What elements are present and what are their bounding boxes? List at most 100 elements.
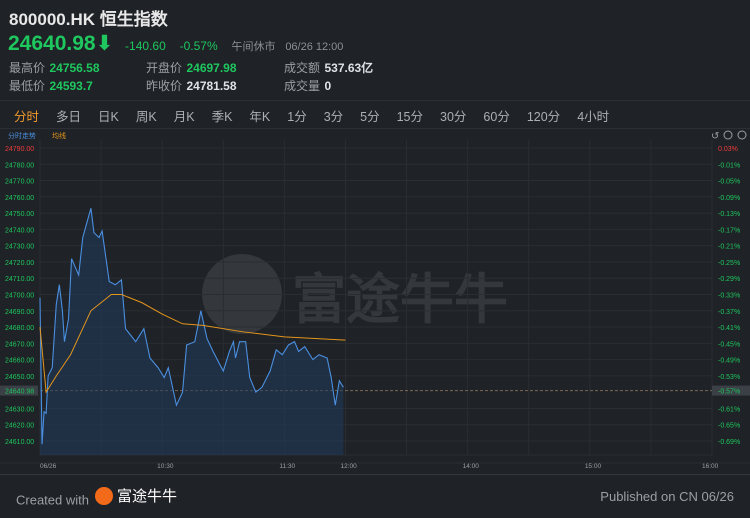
y-tick-right: -0.65% (718, 423, 740, 430)
tab-12[interactable]: 60分 (483, 106, 509, 125)
y-tick-left: 24670.00 (5, 341, 34, 348)
stat-item: 成交额 537.63亿 (284, 59, 373, 77)
y-tick-left: 24690.00 (5, 309, 34, 316)
y-tick-right: 0.03% (718, 146, 738, 153)
period-tabs: 分时 多日 日K 周K 月K 季K 年K 1分 3分 5分 15分 30分 60分 120分 4小时 (0, 100, 750, 129)
y-tick-right: -0.45% (718, 341, 740, 348)
y-tick-right: -0.09% (718, 195, 740, 202)
brand-logo: 富途牛牛 (94, 485, 177, 506)
intraday-chart[interactable]: 富途牛牛 06/26 10:30 11:30 12:00 14:00 15:00 16:00 分… (0, 128, 750, 474)
y-tick-right: -0.49% (718, 358, 740, 365)
y-tick-right: -0.13% (718, 211, 740, 218)
stat-value: 24697.98 (186, 61, 237, 75)
tab-5[interactable]: 季K (212, 106, 233, 125)
tab-11[interactable]: 30分 (440, 106, 466, 125)
y-tick-left: 24640.98 (5, 389, 34, 396)
legend-avg: 均线 (52, 131, 66, 140)
market-datetime: 06/26 12:00 (285, 41, 344, 53)
stat-item: 昨收价 24781.58 (146, 77, 237, 95)
y-tick-right: -0.69% (718, 439, 740, 446)
zoom-in-icon[interactable] (737, 130, 747, 140)
y-tick-right: -0.01% (718, 162, 740, 169)
y-tick-right: -0.25% (718, 260, 740, 267)
y-tick-right: -0.29% (718, 276, 740, 283)
tab-2[interactable]: 日K (98, 106, 119, 125)
legend-price: 分时走势 (8, 131, 36, 140)
created-label: Created with (16, 492, 89, 508)
y-tick-right: -0.53% (718, 374, 740, 381)
price-header: 24640.98⬇ -140.60 -0.57% 午间休市 06/26 12:0… (8, 31, 343, 56)
current-price: 24640.98 (8, 32, 96, 55)
y-tick-left: 24630.00 (5, 406, 34, 413)
created-with: Created with 富途牛牛 (16, 485, 177, 508)
tab-9[interactable]: 5分 (360, 106, 379, 125)
stat-item: 最高价 24756.58 (9, 59, 100, 77)
y-tick-right: -0.17% (718, 227, 740, 234)
tab-8[interactable]: 3分 (324, 106, 343, 125)
brand-name: 富途牛牛 (116, 488, 177, 506)
x-tick: 16:00 (702, 463, 719, 470)
y-tick-left: 24660.00 (5, 358, 34, 365)
footer: Created with 富途牛牛 Published on CN 06/26 (0, 474, 750, 518)
y-tick-right: -0.37% (718, 309, 740, 316)
stat-value: 24593.7 (49, 79, 93, 93)
stat-value: 537.63亿 (324, 61, 374, 75)
y-tick-left: 24720.00 (5, 260, 34, 267)
tab-13[interactable]: 120分 (527, 106, 560, 125)
y-tick-left: 24730.00 (5, 244, 34, 251)
y-tick-right: -0.05% (718, 179, 740, 186)
tab-4[interactable]: 月K (174, 106, 195, 125)
tab-14[interactable]: 4小时 (577, 106, 609, 125)
x-tick: 11:30 (279, 463, 295, 470)
y-tick-left: 24610.00 (5, 439, 34, 446)
y-tick-left: 24710.00 (5, 276, 34, 283)
tab-10[interactable]: 15分 (397, 106, 423, 125)
x-tick: 10:30 (157, 463, 174, 470)
y-tick-left: 24760.00 (5, 195, 34, 202)
published-label: Published on CN 06/26 (600, 489, 734, 504)
y-tick-right: -0.33% (718, 293, 740, 300)
y-tick-left: 24700.00 (5, 293, 34, 300)
price-change-pct: -0.57% (179, 39, 218, 53)
y-tick-right: -0.57% (718, 389, 740, 396)
y-tick-left: 24650.00 (5, 374, 34, 381)
y-tick-left: 24620.00 (5, 423, 34, 430)
tab-6[interactable]: 年K (249, 106, 270, 125)
y-tick-left: 24680.00 (5, 325, 34, 332)
stat-label: 最高价 (9, 61, 46, 75)
reset-icon[interactable]: ↺ (711, 131, 719, 142)
market-status: 午间休市 (231, 41, 276, 53)
y-tick-right: -0.41% (718, 325, 740, 332)
x-tick: 14:00 (463, 463, 480, 470)
stat-value: 24781.58 (186, 79, 237, 93)
stat-value: 0 (324, 79, 332, 93)
stat-label: 开盘价 (146, 61, 183, 75)
tab-0[interactable]: 分时 (14, 106, 39, 125)
down-arrow-icon: ⬇ (95, 32, 114, 55)
stat-label: 成交额 (284, 61, 321, 75)
stock-title: 800000.HK 恒生指数 (9, 10, 168, 29)
x-tick: 12:00 (340, 463, 357, 470)
tab-7[interactable]: 1分 (287, 106, 306, 125)
y-tick-left: 24740.00 (5, 227, 34, 234)
stat-label: 昨收价 (146, 79, 183, 93)
stat-item: 最低价 24593.7 (9, 77, 93, 95)
y-tick-left: 24770.00 (5, 179, 34, 186)
price-change: -140.60 (125, 39, 166, 53)
stat-item: 开盘价 24697.98 (146, 59, 237, 77)
stat-label: 最低价 (9, 79, 46, 93)
stat-value: 24756.58 (49, 61, 100, 75)
y-tick-left: 24750.00 (5, 211, 34, 218)
stat-label: 成交量 (284, 79, 321, 93)
tab-3[interactable]: 周K (136, 106, 157, 125)
y-tick-left: 24790.00 (5, 146, 34, 153)
y-tick-right: -0.21% (718, 244, 740, 251)
stat-item: 成交量 0 (284, 77, 331, 95)
y-tick-left: 24780.00 (5, 162, 34, 169)
zoom-out-icon[interactable] (723, 130, 733, 140)
x-tick: 06/26 (40, 463, 57, 470)
futu-logo-icon (94, 486, 113, 505)
watermark-text: 富途牛牛 (292, 268, 508, 331)
tab-1[interactable]: 多日 (56, 106, 81, 125)
x-tick: 15:00 (585, 463, 602, 470)
